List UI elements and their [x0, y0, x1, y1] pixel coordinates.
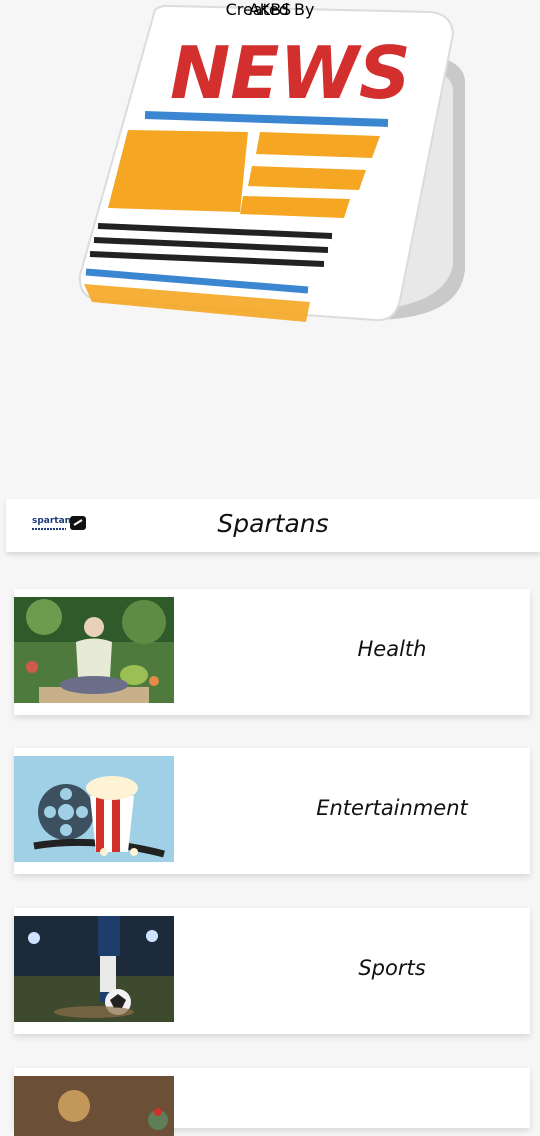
author-name: AKBS: [248, 0, 292, 19]
science-photo-icon: [14, 1076, 174, 1136]
category-label: Sports: [358, 956, 426, 980]
category-card-health[interactable]: Health: [14, 589, 530, 715]
category-label: Entertainment: [316, 796, 468, 820]
app-title: Spartans: [217, 509, 329, 538]
newspaper-icon: NEWS: [78, 4, 465, 322]
category-card-entertainment[interactable]: Entertainment: [14, 748, 530, 874]
news-logo: NEWS: [70, 0, 480, 340]
category-card-sports[interactable]: Sports: [14, 908, 530, 1034]
football-photo-icon: [14, 916, 174, 1022]
meditation-photo-icon: [14, 597, 174, 703]
app-header: spartans Spartans: [6, 499, 540, 552]
category-card-science[interactable]: [14, 1068, 530, 1136]
news-logo-text: NEWS: [170, 31, 411, 115]
category-label: Health: [357, 637, 427, 661]
popcorn-film-photo-icon: [14, 756, 174, 862]
